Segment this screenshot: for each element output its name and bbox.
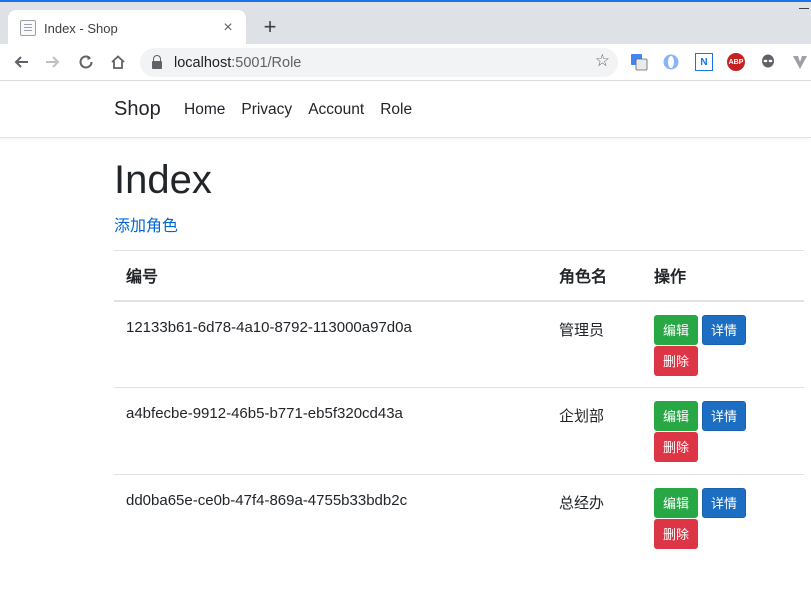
browser-tab[interactable]: Index - Shop ×: [8, 10, 246, 46]
tab-title: Index - Shop: [44, 20, 118, 36]
roles-table: 编号 角色名 操作 12133b61-6d78-4a10-8792-113000…: [114, 250, 804, 562]
edit-button[interactable]: 编辑: [654, 401, 699, 431]
forward-arrow-icon: [46, 56, 60, 68]
role-name: 总经办: [559, 495, 605, 512]
back-arrow-icon: [14, 56, 28, 68]
detail-button[interactable]: 详情: [702, 488, 747, 518]
url-text: localhost:5001/Role: [174, 54, 302, 71]
forward-button[interactable]: [41, 50, 65, 74]
n-icon[interactable]: N: [695, 53, 713, 71]
nav-link-role[interactable]: Role: [380, 101, 412, 119]
row-actions: 编辑 详情 删除: [642, 301, 804, 388]
nav-link-home[interactable]: Home: [184, 101, 225, 119]
home-button[interactable]: [106, 50, 130, 74]
translate-icon[interactable]: [630, 53, 648, 71]
lock-icon: [152, 54, 162, 69]
nav-link-account[interactable]: Account: [308, 101, 364, 119]
table-row: 12133b61-6d78-4a10-8792-113000a97d0a 管理员…: [114, 301, 804, 388]
tab-close-icon[interactable]: ×: [220, 20, 236, 36]
home-icon: [111, 55, 125, 69]
table-row: dd0ba65e-ce0b-47f4-869a-4755b33bdb2c 总经办…: [114, 475, 804, 562]
detail-button[interactable]: 详情: [702, 401, 747, 431]
vivaldi-icon[interactable]: [791, 53, 809, 71]
delete-button[interactable]: 删除: [654, 345, 699, 376]
minimize-button[interactable]: [799, 8, 809, 9]
page-title: Index: [114, 158, 212, 202]
row-actions: 编辑 详情 删除: [642, 388, 804, 475]
site-navbar: Shop Home Privacy Account Role: [0, 82, 811, 138]
new-tab-button[interactable]: +: [258, 16, 282, 38]
role-name: 企划部: [559, 408, 605, 425]
reload-button[interactable]: [74, 50, 98, 74]
role-id: 12133b61-6d78-4a10-8792-113000a97d0a: [126, 318, 412, 336]
table-header-row: 编号 角色名 操作: [114, 250, 804, 301]
back-button[interactable]: [9, 50, 33, 74]
delete-button[interactable]: 删除: [654, 432, 699, 462]
detail-button[interactable]: 详情: [702, 314, 747, 345]
add-role-link[interactable]: 添加角色: [114, 212, 178, 236]
brand-link[interactable]: Shop: [114, 98, 161, 121]
address-bar[interactable]: localhost:5001/Role ☆: [140, 48, 618, 77]
bookmark-star-icon[interactable]: ☆: [595, 51, 610, 71]
header-role-name: 角色名: [559, 269, 608, 287]
table-row: a4bfecbe-9912-46b5-b771-eb5f320cd43a 企划部…: [114, 388, 804, 475]
opera-icon[interactable]: [662, 53, 680, 71]
reload-icon: [79, 55, 93, 69]
nav-link-privacy[interactable]: Privacy: [241, 101, 292, 119]
delete-button[interactable]: 删除: [654, 519, 699, 549]
alien-icon[interactable]: [759, 53, 777, 71]
header-id: 编号: [126, 269, 159, 287]
role-id: dd0ba65e-ce0b-47f4-869a-4755b33bdb2c: [126, 492, 408, 509]
header-actions: 操作: [654, 269, 687, 287]
role-id: a4bfecbe-9912-46b5-b771-eb5f320cd43a: [126, 405, 403, 422]
role-name: 管理员: [559, 321, 605, 339]
page-favicon-icon: [20, 20, 36, 36]
edit-button[interactable]: 编辑: [654, 314, 699, 345]
browser-titlebar: Index - Shop × +: [0, 0, 811, 46]
abp-icon[interactable]: ABP: [727, 53, 745, 71]
row-actions: 编辑 详情 删除: [642, 475, 804, 562]
nav-links: Home Privacy Account Role: [184, 101, 428, 119]
browser-toolbar: localhost:5001/Role ☆ N ABP: [0, 44, 811, 81]
edit-button[interactable]: 编辑: [654, 488, 699, 518]
